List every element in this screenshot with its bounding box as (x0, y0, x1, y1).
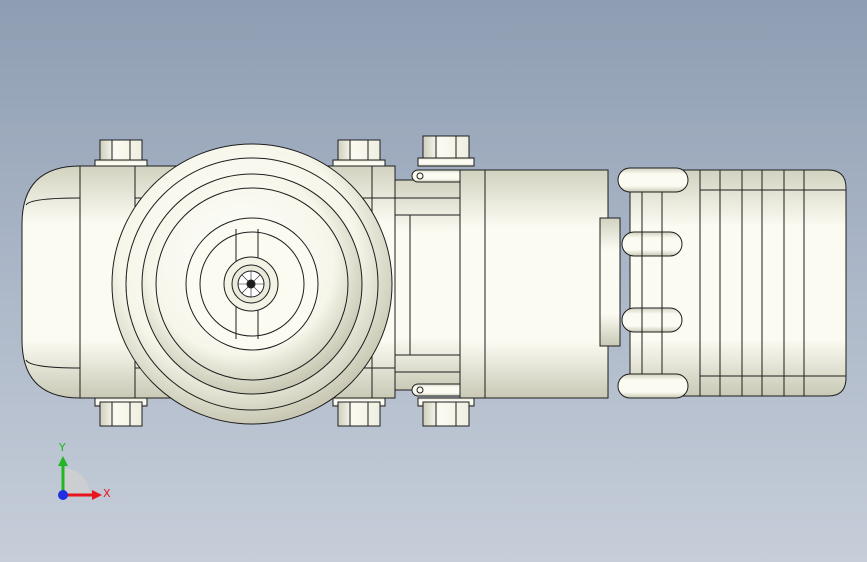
y-axis-label: Y (59, 441, 66, 454)
bolt-top-right (417, 135, 475, 167)
axis-triad: Y X (50, 440, 120, 510)
bolt-bottom-right (417, 397, 475, 427)
bolt-bottom-middle (332, 397, 386, 427)
hub (223, 256, 279, 312)
bolt-top-left (94, 139, 148, 169)
neck (394, 179, 466, 391)
x-axis-label: X (103, 487, 111, 500)
bolt-bottom-left (94, 397, 148, 427)
triad-plane-icon (63, 468, 90, 495)
bolt-top-middle (332, 139, 386, 169)
cad-viewport[interactable]: Y X (0, 0, 867, 562)
caster-model-drawing[interactable] (0, 0, 867, 562)
z-axis-icon (58, 490, 68, 500)
center-block (459, 169, 621, 399)
